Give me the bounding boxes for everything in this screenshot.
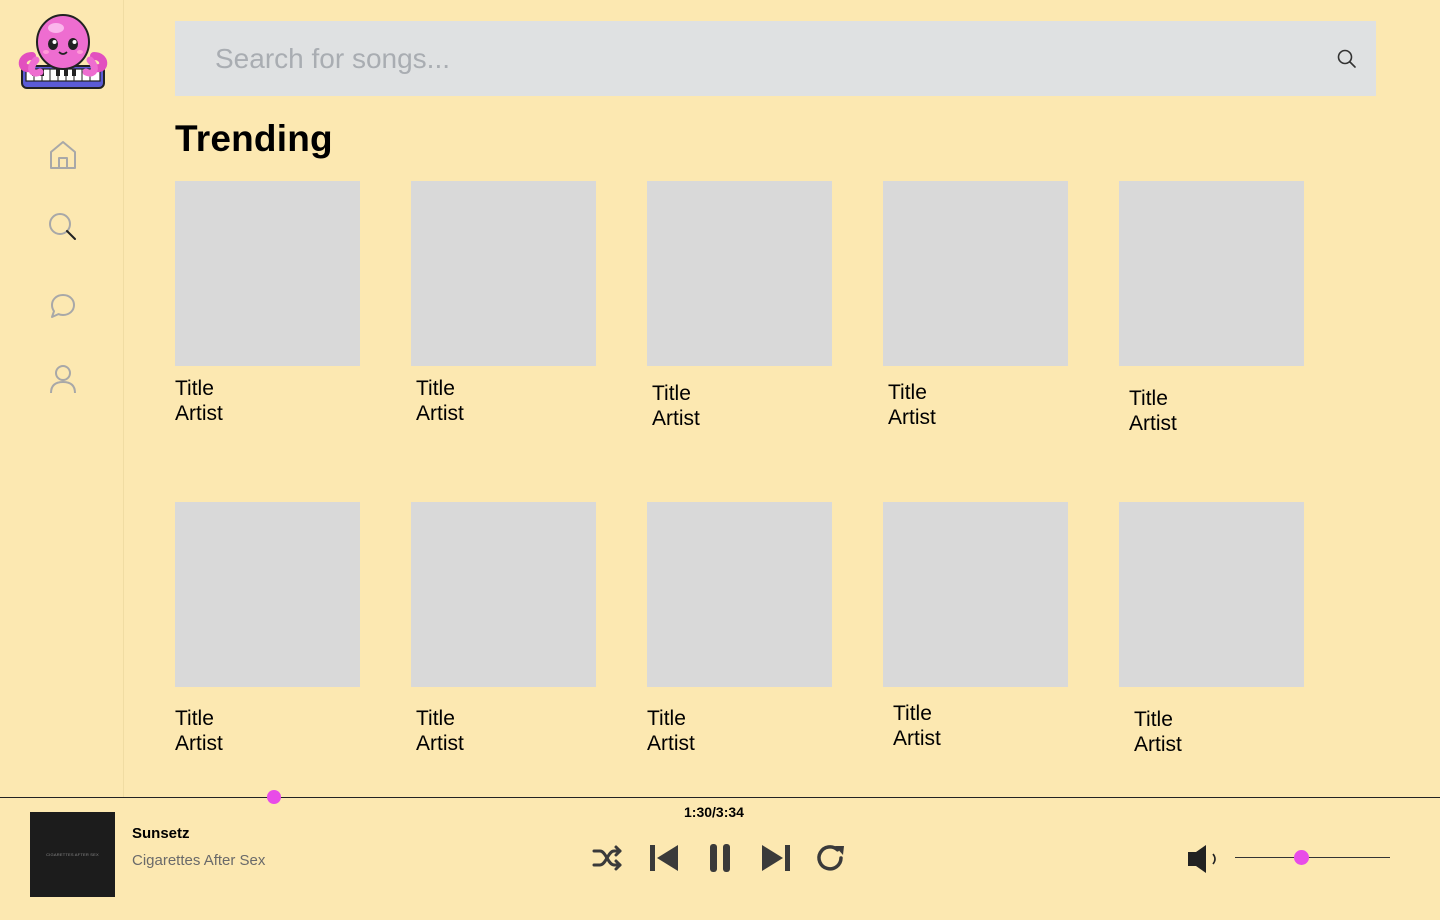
pause-button[interactable] [702,842,738,878]
song-card[interactable]: Title Artist [1119,502,1304,756]
song-card-text: Title Artist [652,381,700,431]
song-card[interactable]: Title Artist [647,181,832,430]
song-card-text: Title Artist [416,376,464,426]
song-cover [883,181,1068,366]
song-cover [411,181,596,366]
volume-slider[interactable] [1235,857,1390,858]
song-cover [411,502,596,687]
album-art[interactable]: CIGARETTES AFTER SEX [30,812,115,897]
shuffle-icon [592,844,624,877]
song-artist: Artist [175,732,223,755]
song-card-text: Title Artist [647,706,695,756]
song-cover [647,502,832,687]
home-icon [49,140,77,175]
song-card-text: Title Artist [175,376,223,426]
song-title: Title [175,707,214,730]
sidebar-item-chat[interactable] [45,290,81,326]
now-playing-title[interactable]: Sunsetz [132,825,190,842]
song-artist: Artist [1129,412,1177,435]
repeat-button[interactable] [813,842,849,878]
previous-icon [648,843,680,878]
progress-handle[interactable] [266,790,281,804]
song-card[interactable]: Title Artist [411,502,596,755]
song-title: Title [416,377,455,400]
search-bar [175,21,1376,96]
song-title: Title [888,381,927,404]
song-card[interactable]: Title Artist [411,181,596,425]
sidebar-item-profile[interactable] [45,363,81,399]
song-artist: Artist [893,727,941,750]
song-title: Title [652,382,691,405]
song-card-text: Title Artist [416,706,464,756]
volume-handle[interactable] [1294,850,1310,865]
song-artist: Artist [652,407,700,430]
repeat-icon [815,843,847,878]
song-title: Title [1134,708,1173,731]
song-artist: Artist [647,732,695,755]
next-icon [760,843,792,878]
player-bar: CIGARETTES AFTER SEX Sunsetz Cigarettes … [0,790,1440,920]
playback-time: 1:30/3:34 [684,804,744,820]
progress-bar[interactable] [0,797,1440,798]
song-card[interactable]: Title Artist [647,502,832,755]
song-card[interactable]: Title Artist [883,502,1068,750]
sidebar [0,0,124,797]
song-cover [647,181,832,366]
sidebar-item-home[interactable] [45,139,81,175]
search-icon [48,212,78,247]
previous-button[interactable] [646,842,682,878]
song-cover [1119,502,1304,687]
song-artist: Artist [175,402,223,425]
chat-bubble-icon [49,292,77,325]
song-title: Title [416,707,455,730]
song-cover [175,181,360,366]
search-input[interactable] [215,21,1295,96]
song-title: Title [893,702,932,725]
song-cover [1119,181,1304,366]
song-cover [883,502,1068,687]
song-card[interactable]: Title Artist [175,181,360,425]
next-button[interactable] [758,842,794,878]
shuffle-button[interactable] [590,842,626,878]
song-title: Title [175,377,214,400]
song-title: Title [647,707,686,730]
song-card[interactable]: Title Artist [1119,181,1304,435]
song-card[interactable]: Title Artist [883,181,1068,429]
song-artist: Artist [416,732,464,755]
song-card-text: Title Artist [1134,707,1182,757]
song-card-text: Title Artist [888,380,936,430]
sidebar-item-search[interactable] [45,211,81,247]
song-card[interactable]: Title Artist [175,502,360,755]
user-icon [49,364,77,399]
song-card-text: Title Artist [893,701,941,751]
album-art-text: CIGARETTES AFTER SEX [46,852,99,857]
song-card-text: Title Artist [1129,386,1177,436]
volume-icon[interactable] [1186,842,1222,876]
song-artist: Artist [416,402,464,425]
song-title: Title [1129,387,1168,410]
page-title: Trending [175,118,333,159]
song-cover [175,502,360,687]
now-playing-artist[interactable]: Cigarettes After Sex [132,852,265,869]
song-card-text: Title Artist [175,706,223,756]
octopus-piano-logo[interactable] [18,12,108,92]
pause-icon [706,842,734,879]
song-artist: Artist [888,406,936,429]
search-icon[interactable] [1336,48,1358,70]
song-artist: Artist [1134,733,1182,756]
